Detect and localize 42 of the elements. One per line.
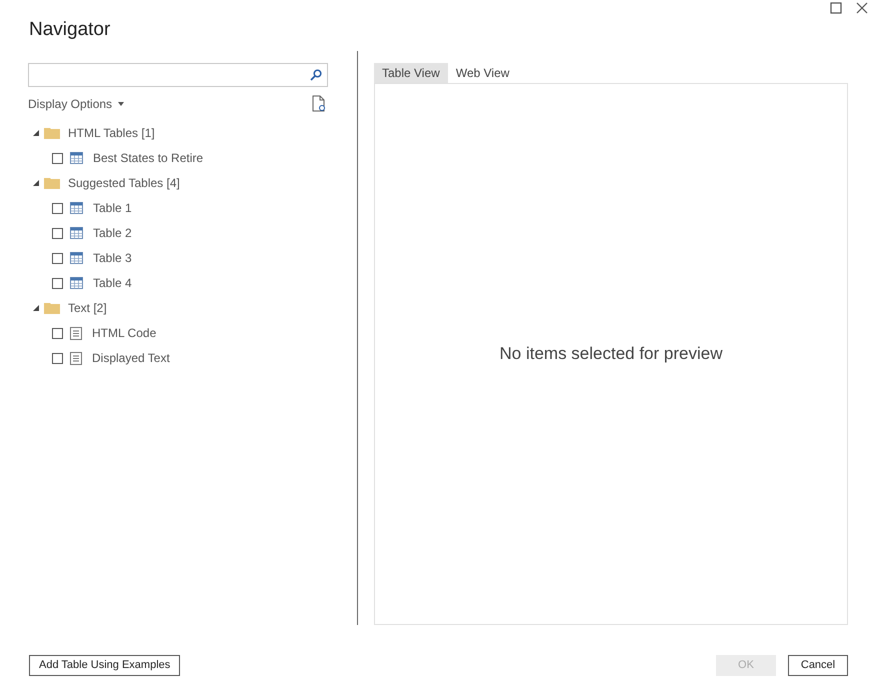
table-icon bbox=[70, 202, 83, 214]
folder-icon bbox=[44, 127, 60, 139]
search-field[interactable] bbox=[28, 62, 328, 86]
maximize-icon[interactable] bbox=[830, 2, 842, 14]
expanded-arrow-icon[interactable] bbox=[33, 180, 39, 186]
tree-folder-label[interactable]: Text [2] bbox=[68, 299, 107, 317]
checkbox[interactable] bbox=[52, 278, 63, 288]
search-icon bbox=[310, 68, 322, 80]
tree-folder-label[interactable]: HTML Tables [1] bbox=[68, 124, 155, 142]
add-table-button[interactable]: Add Table Using Examples bbox=[29, 655, 180, 676]
close-icon[interactable] bbox=[856, 2, 868, 14]
table-icon bbox=[70, 252, 83, 264]
folder-icon bbox=[44, 302, 60, 314]
tree-item-label[interactable]: Displayed Text bbox=[92, 349, 170, 367]
tree-item-label[interactable]: Best States to Retire bbox=[93, 149, 204, 167]
table-icon bbox=[70, 277, 83, 289]
checkbox[interactable] bbox=[52, 328, 63, 338]
checkbox[interactable] bbox=[52, 228, 63, 238]
display-options-dropdown[interactable]: Display Options bbox=[28, 94, 124, 112]
refresh-document-icon[interactable] bbox=[312, 95, 326, 112]
cancel-button[interactable]: Cancel bbox=[788, 655, 848, 676]
expanded-arrow-icon[interactable] bbox=[33, 130, 39, 136]
document-icon bbox=[70, 352, 82, 364]
tree-item-label[interactable]: Table 2 bbox=[93, 224, 132, 242]
table-icon bbox=[70, 227, 83, 239]
tree-item-label[interactable]: HTML Code bbox=[92, 324, 156, 342]
table-icon bbox=[70, 152, 83, 164]
folder-icon bbox=[44, 177, 60, 189]
preview-message: No items selected for preview bbox=[500, 343, 722, 365]
expanded-arrow-icon[interactable] bbox=[33, 305, 39, 311]
tree-item-label[interactable]: Table 4 bbox=[93, 274, 132, 292]
tree-item-label[interactable]: Table 1 bbox=[93, 199, 132, 217]
checkbox[interactable] bbox=[52, 202, 63, 214]
tree-item-label[interactable]: Table 3 bbox=[93, 249, 132, 267]
checkbox[interactable] bbox=[52, 252, 63, 264]
document-icon bbox=[70, 326, 82, 340]
checkbox[interactable] bbox=[52, 352, 63, 364]
checkbox[interactable] bbox=[52, 152, 63, 164]
caret-icon bbox=[118, 102, 124, 106]
tree-folder-label[interactable]: Suggested Tables [4] bbox=[68, 174, 180, 192]
window-title: Navigator bbox=[29, 18, 110, 42]
tab[interactable]: Table View bbox=[374, 62, 448, 82]
